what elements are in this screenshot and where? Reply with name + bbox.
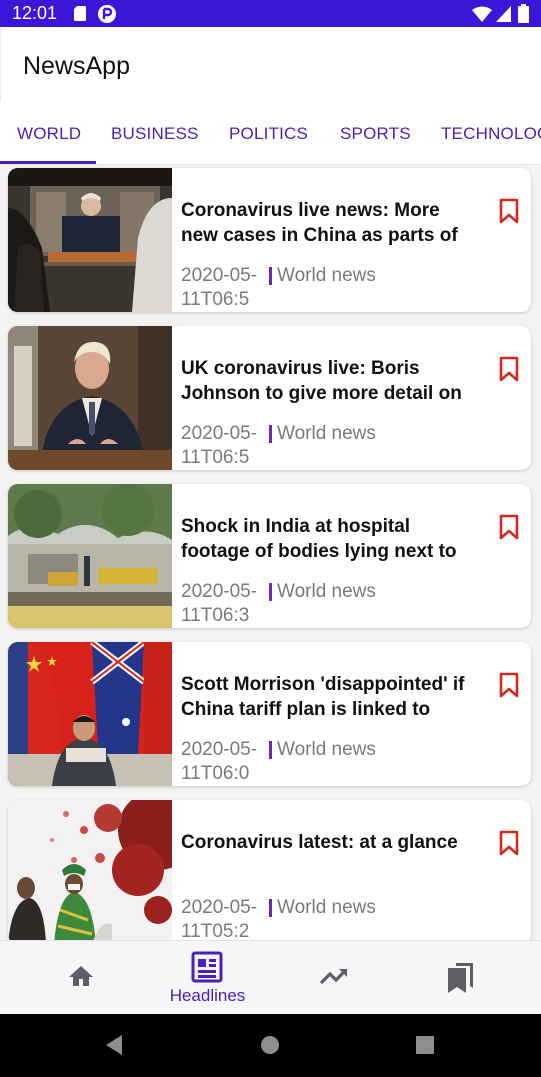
- article-meta: 2020-05-11T06:5 World news: [181, 264, 401, 312]
- back-icon[interactable]: [104, 1034, 124, 1056]
- article-date: 2020-05-11T06:5: [181, 265, 258, 310]
- app-bar: NewsApp: [0, 27, 541, 102]
- nav-headlines-label: Headlines: [169, 986, 246, 1005]
- nav-home[interactable]: [13, 941, 148, 1015]
- tab-technology[interactable]: TECHNOLOG: [441, 124, 541, 144]
- article-headline[interactable]: UK coronavirus live: Boris Johnson to gi…: [181, 356, 481, 406]
- article-meta: 2020-05-11T06:3 World news: [181, 580, 401, 628]
- meta-separator: [269, 741, 272, 759]
- article-category: World news: [277, 897, 376, 918]
- article-headline[interactable]: Coronavirus live news: More new cases in…: [181, 198, 481, 248]
- article-category: World news: [277, 581, 376, 602]
- meta-separator: [269, 899, 272, 917]
- newspaper-icon: [191, 951, 223, 983]
- meta-separator: [269, 583, 272, 601]
- article-thumbnail: [8, 326, 172, 470]
- article-card[interactable]: Scott Morrison 'disappointed' if China t…: [8, 642, 531, 786]
- nav-bookmarks[interactable]: [393, 941, 528, 1015]
- article-headline[interactable]: Scott Morrison 'disappointed' if China t…: [181, 672, 481, 722]
- bookmark-icon[interactable]: [499, 672, 519, 698]
- article-category: World news: [277, 739, 376, 760]
- bookmark-icon[interactable]: [499, 198, 519, 224]
- article-list[interactable]: Coronavirus live news: More new cases in…: [0, 164, 541, 940]
- signal-icon: [496, 6, 511, 22]
- app-title: NewsApp: [23, 52, 130, 80]
- recents-icon[interactable]: [416, 1036, 434, 1054]
- bookmark-icon[interactable]: [499, 356, 519, 382]
- system-navigation-bar: [0, 1014, 541, 1077]
- meta-separator: [269, 267, 272, 285]
- article-meta: 2020-05-11T05:2 World news: [181, 896, 401, 940]
- article-date: 2020-05-11T06:5: [181, 423, 258, 468]
- home-icon: [69, 966, 93, 986]
- article-thumbnail: [8, 800, 172, 940]
- battery-icon: [518, 4, 529, 23]
- wifi-icon: [472, 6, 492, 22]
- tab-world[interactable]: WORLD: [17, 124, 81, 144]
- tab-sports[interactable]: SPORTS: [340, 124, 411, 144]
- article-thumbnail: [8, 642, 172, 786]
- article-meta: 2020-05-11T06:5 World news: [181, 422, 401, 470]
- article-thumbnail: [8, 168, 172, 312]
- article-card[interactable]: Coronavirus latest: at a glance 2020-05-…: [8, 800, 531, 940]
- article-card[interactable]: UK coronavirus live: Boris Johnson to gi…: [8, 326, 531, 470]
- tab-politics[interactable]: POLITICS: [229, 124, 308, 144]
- trending-icon: [319, 968, 348, 985]
- nav-trending[interactable]: [267, 941, 402, 1015]
- nav-headlines[interactable]: Headlines: [140, 941, 275, 1015]
- article-card[interactable]: Shock in India at hospital footage of bo…: [8, 484, 531, 628]
- article-headline[interactable]: Shock in India at hospital footage of bo…: [181, 514, 481, 564]
- category-tabs: WORLD BUSINESS POLITICS SPORTS TECHNOLOG: [0, 102, 541, 165]
- article-date: 2020-05-11T06:0: [181, 739, 258, 784]
- article-category: World news: [277, 423, 376, 444]
- status-bar: 12:01: [0, 0, 541, 27]
- bookmark-icon[interactable]: [499, 830, 519, 856]
- article-category: World news: [277, 265, 376, 286]
- article-headline[interactable]: Coronavirus latest: at a glance: [181, 830, 481, 880]
- app-notification-icon: [98, 5, 116, 23]
- article-thumbnail: [8, 484, 172, 628]
- article-meta: 2020-05-11T06:0 World news: [181, 738, 401, 786]
- article-card[interactable]: Coronavirus live news: More new cases in…: [8, 168, 531, 312]
- bottom-navigation: Headlines: [0, 940, 541, 1015]
- sd-card-icon: [74, 6, 86, 21]
- tab-business[interactable]: BUSINESS: [111, 124, 199, 144]
- bookmarks-icon: [448, 963, 473, 993]
- home-circle-icon[interactable]: [260, 1035, 280, 1055]
- article-date: 2020-05-11T06:3: [181, 581, 258, 626]
- bookmark-icon[interactable]: [499, 514, 519, 540]
- status-time: 12:01: [12, 3, 58, 23]
- meta-separator: [269, 425, 272, 443]
- article-date: 2020-05-11T05:2: [181, 897, 258, 940]
